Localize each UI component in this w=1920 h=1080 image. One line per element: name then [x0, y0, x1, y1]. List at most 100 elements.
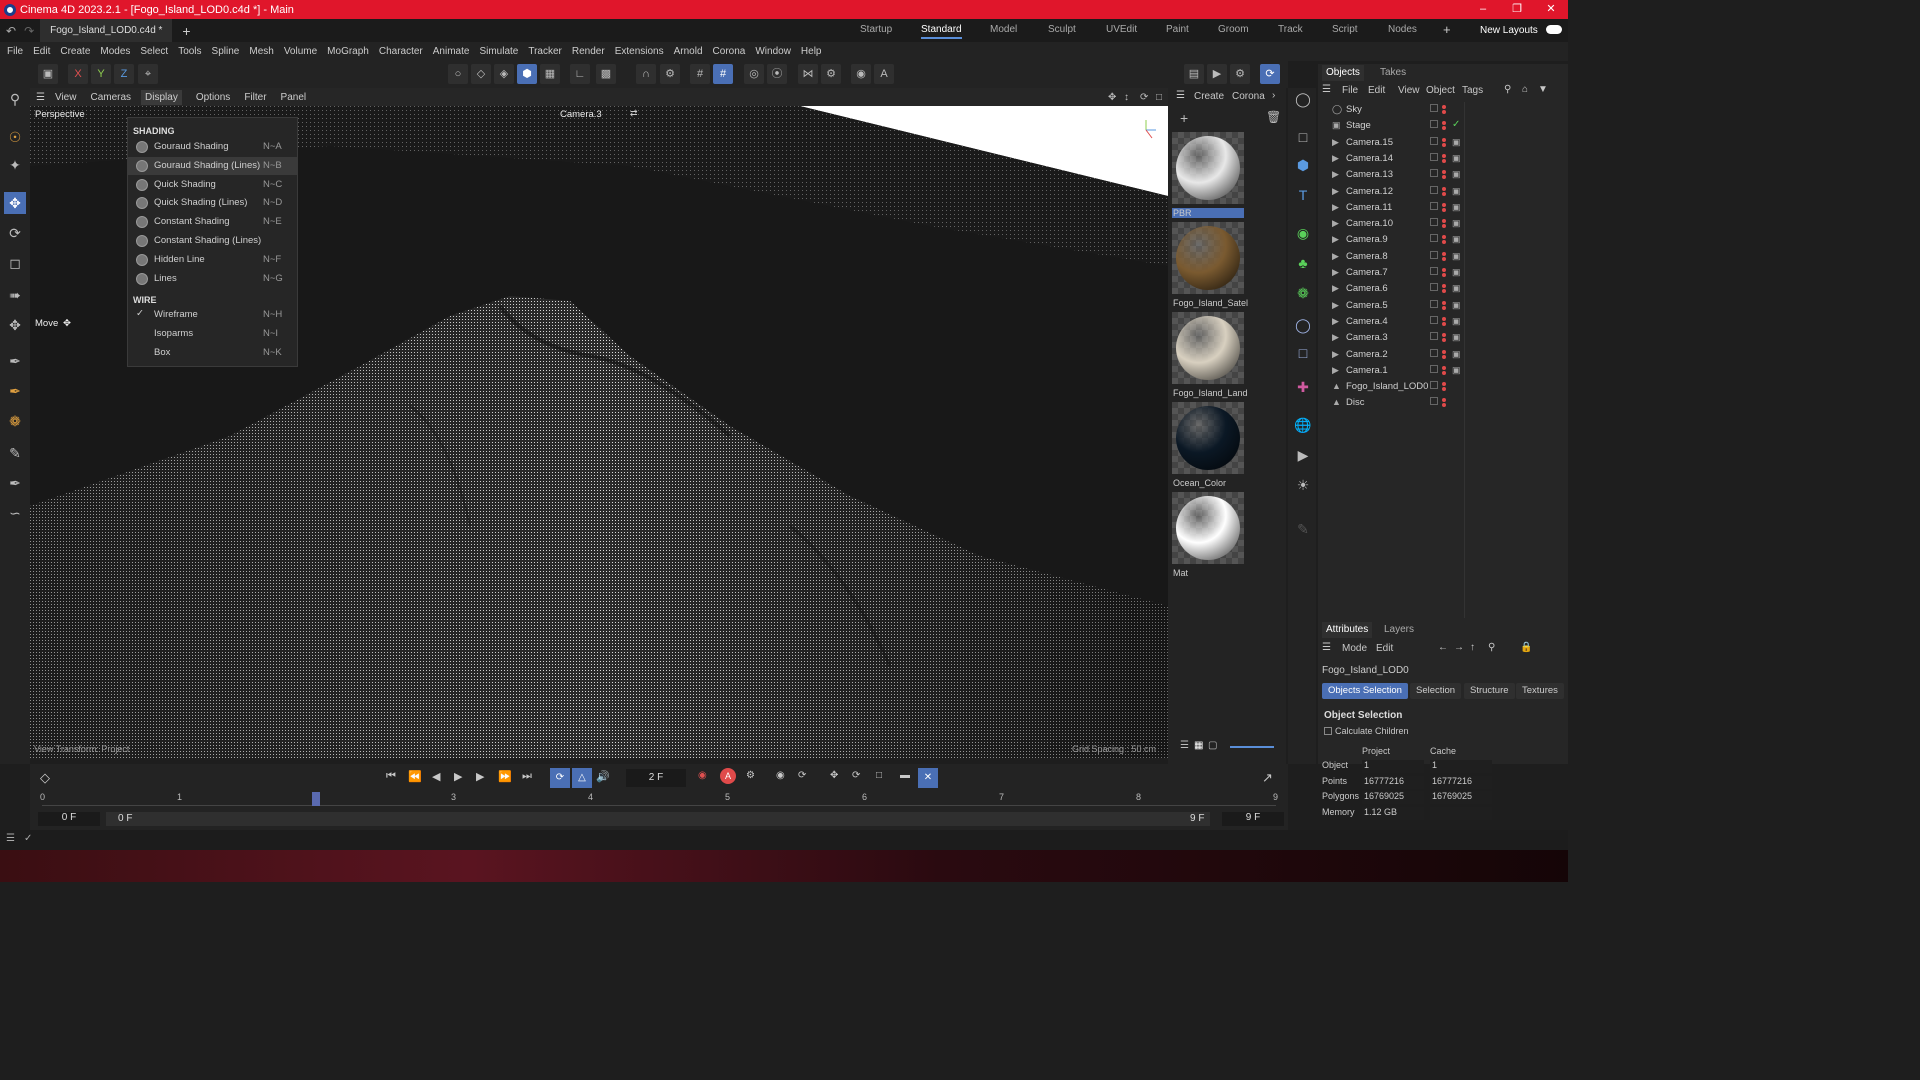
- previous-key-icon[interactable]: ⏪: [408, 770, 422, 783]
- material-thumbnail[interactable]: [1172, 492, 1244, 564]
- dolly-icon[interactable]: ↕: [1124, 92, 1129, 103]
- play-icon[interactable]: ▶: [454, 770, 462, 783]
- next-key-icon[interactable]: ⏩: [498, 770, 512, 783]
- polygons-mode-icon[interactable]: ◈: [494, 64, 514, 84]
- record-icon[interactable]: ◉: [698, 770, 707, 781]
- layer-checkbox[interactable]: [1430, 250, 1438, 259]
- text-icon[interactable]: T: [1292, 184, 1314, 206]
- timeline-toggle-icon[interactable]: ▬: [900, 770, 910, 781]
- menu-arnold[interactable]: Arnold: [674, 46, 703, 57]
- render-dot[interactable]: [1442, 305, 1446, 310]
- spline-tool-icon[interactable]: ∽: [4, 502, 26, 524]
- edges-mode-icon[interactable]: ◇: [471, 64, 491, 84]
- shading-option[interactable]: Lines N~G: [128, 270, 297, 288]
- calculate-children-checkbox[interactable]: [1324, 727, 1332, 735]
- up-icon[interactable]: ↑: [1470, 642, 1475, 653]
- back-icon[interactable]: ←: [1438, 642, 1448, 653]
- textures-button[interactable]: Textures: [1516, 683, 1564, 699]
- maximize-view-icon[interactable]: □: [1156, 92, 1162, 103]
- tab-layers[interactable]: Layers: [1384, 624, 1414, 635]
- menu-modes[interactable]: Modes: [100, 46, 130, 57]
- visibility-dot[interactable]: [1442, 170, 1446, 175]
- camera-tag-icon[interactable]: ▣: [1452, 349, 1461, 360]
- layer-checkbox[interactable]: [1430, 315, 1438, 324]
- loop-icon[interactable]: ⟳: [550, 768, 570, 788]
- render-dot[interactable]: [1442, 240, 1446, 245]
- visibility-dot[interactable]: [1442, 268, 1446, 272]
- grid-icon[interactable]: #: [690, 64, 710, 84]
- visibility-dot[interactable]: [1442, 284, 1446, 289]
- status-menu-icon[interactable]: ☰: [6, 833, 15, 844]
- visibility-dot[interactable]: [1442, 365, 1446, 370]
- object-row[interactable]: ▶ Camera.9 ▣: [1318, 232, 1568, 248]
- add-material-icon[interactable]: +: [1180, 110, 1188, 126]
- visibility-dot[interactable]: [1442, 219, 1446, 224]
- camera-tag-icon[interactable]: ▣: [1452, 251, 1461, 262]
- forward-icon[interactable]: →: [1454, 642, 1464, 653]
- visibility-dot[interactable]: [1442, 316, 1446, 321]
- view-icon[interactable]: ◯: [1292, 88, 1314, 110]
- add-document-icon[interactable]: +: [182, 23, 190, 39]
- go-to-end-icon[interactable]: ⏭: [522, 770, 532, 783]
- menu-create[interactable]: Create: [60, 46, 90, 57]
- spline-smooth-icon[interactable]: ✒: [4, 380, 26, 402]
- current-frame-field[interactable]: 2 F: [626, 769, 686, 787]
- menu-spline[interactable]: Spline: [212, 46, 240, 57]
- key-scale-icon[interactable]: ✥: [830, 770, 838, 781]
- deformer-icon[interactable]: ◯: [1292, 314, 1314, 336]
- generator-icon[interactable]: ◉: [1292, 222, 1314, 244]
- object-row[interactable]: ▶ Camera.2 ▣: [1318, 347, 1568, 363]
- layout-tab-track[interactable]: Track: [1278, 24, 1303, 35]
- axis-mode-icon[interactable]: ∟: [570, 64, 590, 84]
- layer-checkbox[interactable]: [1430, 348, 1438, 357]
- objects-selection-button[interactable]: Objects Selection: [1322, 683, 1408, 699]
- environment-icon[interactable]: 🌐: [1292, 414, 1314, 436]
- list-view-icon[interactable]: ☰: [1180, 740, 1189, 751]
- autokey-button[interactable]: A: [720, 768, 736, 784]
- search-icon[interactable]: ⚲: [1488, 642, 1495, 653]
- frame-ruler[interactable]: [42, 792, 1276, 806]
- layout-tab-sculpt[interactable]: Sculpt: [1048, 24, 1076, 35]
- layout-tab-standard[interactable]: Standard: [921, 24, 962, 39]
- layer-checkbox[interactable]: [1430, 120, 1438, 129]
- maximize-button[interactable]: ❐: [1500, 0, 1534, 19]
- scale-tool-icon[interactable]: ◻: [4, 252, 26, 274]
- attributes-menu-mode[interactable]: Mode: [1342, 643, 1367, 654]
- camera-tag-icon[interactable]: ▣: [1452, 365, 1461, 376]
- menu-tools[interactable]: Tools: [178, 46, 201, 57]
- layer-checkbox[interactable]: [1430, 397, 1438, 406]
- pan-icon[interactable]: ✥: [1108, 92, 1116, 103]
- snap-settings-icon[interactable]: ⦿: [767, 64, 787, 84]
- render-dot[interactable]: [1442, 110, 1446, 114]
- visibility-dot[interactable]: [1442, 121, 1446, 126]
- menu-animate[interactable]: Animate: [433, 46, 470, 57]
- layer-checkbox[interactable]: [1430, 136, 1438, 145]
- viewport-menu-panel[interactable]: Panel: [281, 92, 307, 103]
- objects-menu-file[interactable]: File: [1342, 85, 1358, 96]
- symmetry-settings-icon[interactable]: ⚙: [821, 64, 841, 84]
- visibility-dot[interactable]: [1442, 105, 1446, 109]
- menu-character[interactable]: Character: [379, 46, 423, 57]
- layout-tab-uvedit[interactable]: UVEdit: [1106, 24, 1137, 35]
- key-position-icon[interactable]: ◉: [776, 770, 785, 781]
- search-icon[interactable]: ⚲: [1504, 84, 1511, 95]
- structure-button[interactable]: Structure: [1464, 683, 1515, 699]
- tab-objects[interactable]: Objects: [1322, 65, 1364, 81]
- placement-tool-icon[interactable]: ✥: [4, 314, 26, 336]
- new-layouts-label[interactable]: New Layouts: [1480, 25, 1538, 36]
- menu-mograph[interactable]: MoGraph: [327, 46, 369, 57]
- layout-tab-paint[interactable]: Paint: [1166, 24, 1189, 35]
- render-dot[interactable]: [1442, 354, 1446, 359]
- menu-tracker[interactable]: Tracker: [528, 46, 562, 57]
- objects-menu-object[interactable]: Object: [1426, 85, 1455, 96]
- camera-tag-icon[interactable]: ▣: [1452, 137, 1461, 148]
- render-dot[interactable]: [1442, 273, 1446, 277]
- object-row[interactable]: ▶ Camera.7 ▣: [1318, 265, 1568, 281]
- menu-simulate[interactable]: Simulate: [479, 46, 518, 57]
- camera-tag-icon[interactable]: ▣: [1452, 316, 1461, 327]
- keyframe-icon[interactable]: ◇: [40, 770, 50, 786]
- object-row[interactable]: ▶ Camera.15 ▣: [1318, 135, 1568, 151]
- tab-takes[interactable]: Takes: [1380, 67, 1406, 78]
- thumbnail-size-slider[interactable]: [1230, 746, 1274, 748]
- objects-menu-edit[interactable]: Edit: [1368, 85, 1385, 96]
